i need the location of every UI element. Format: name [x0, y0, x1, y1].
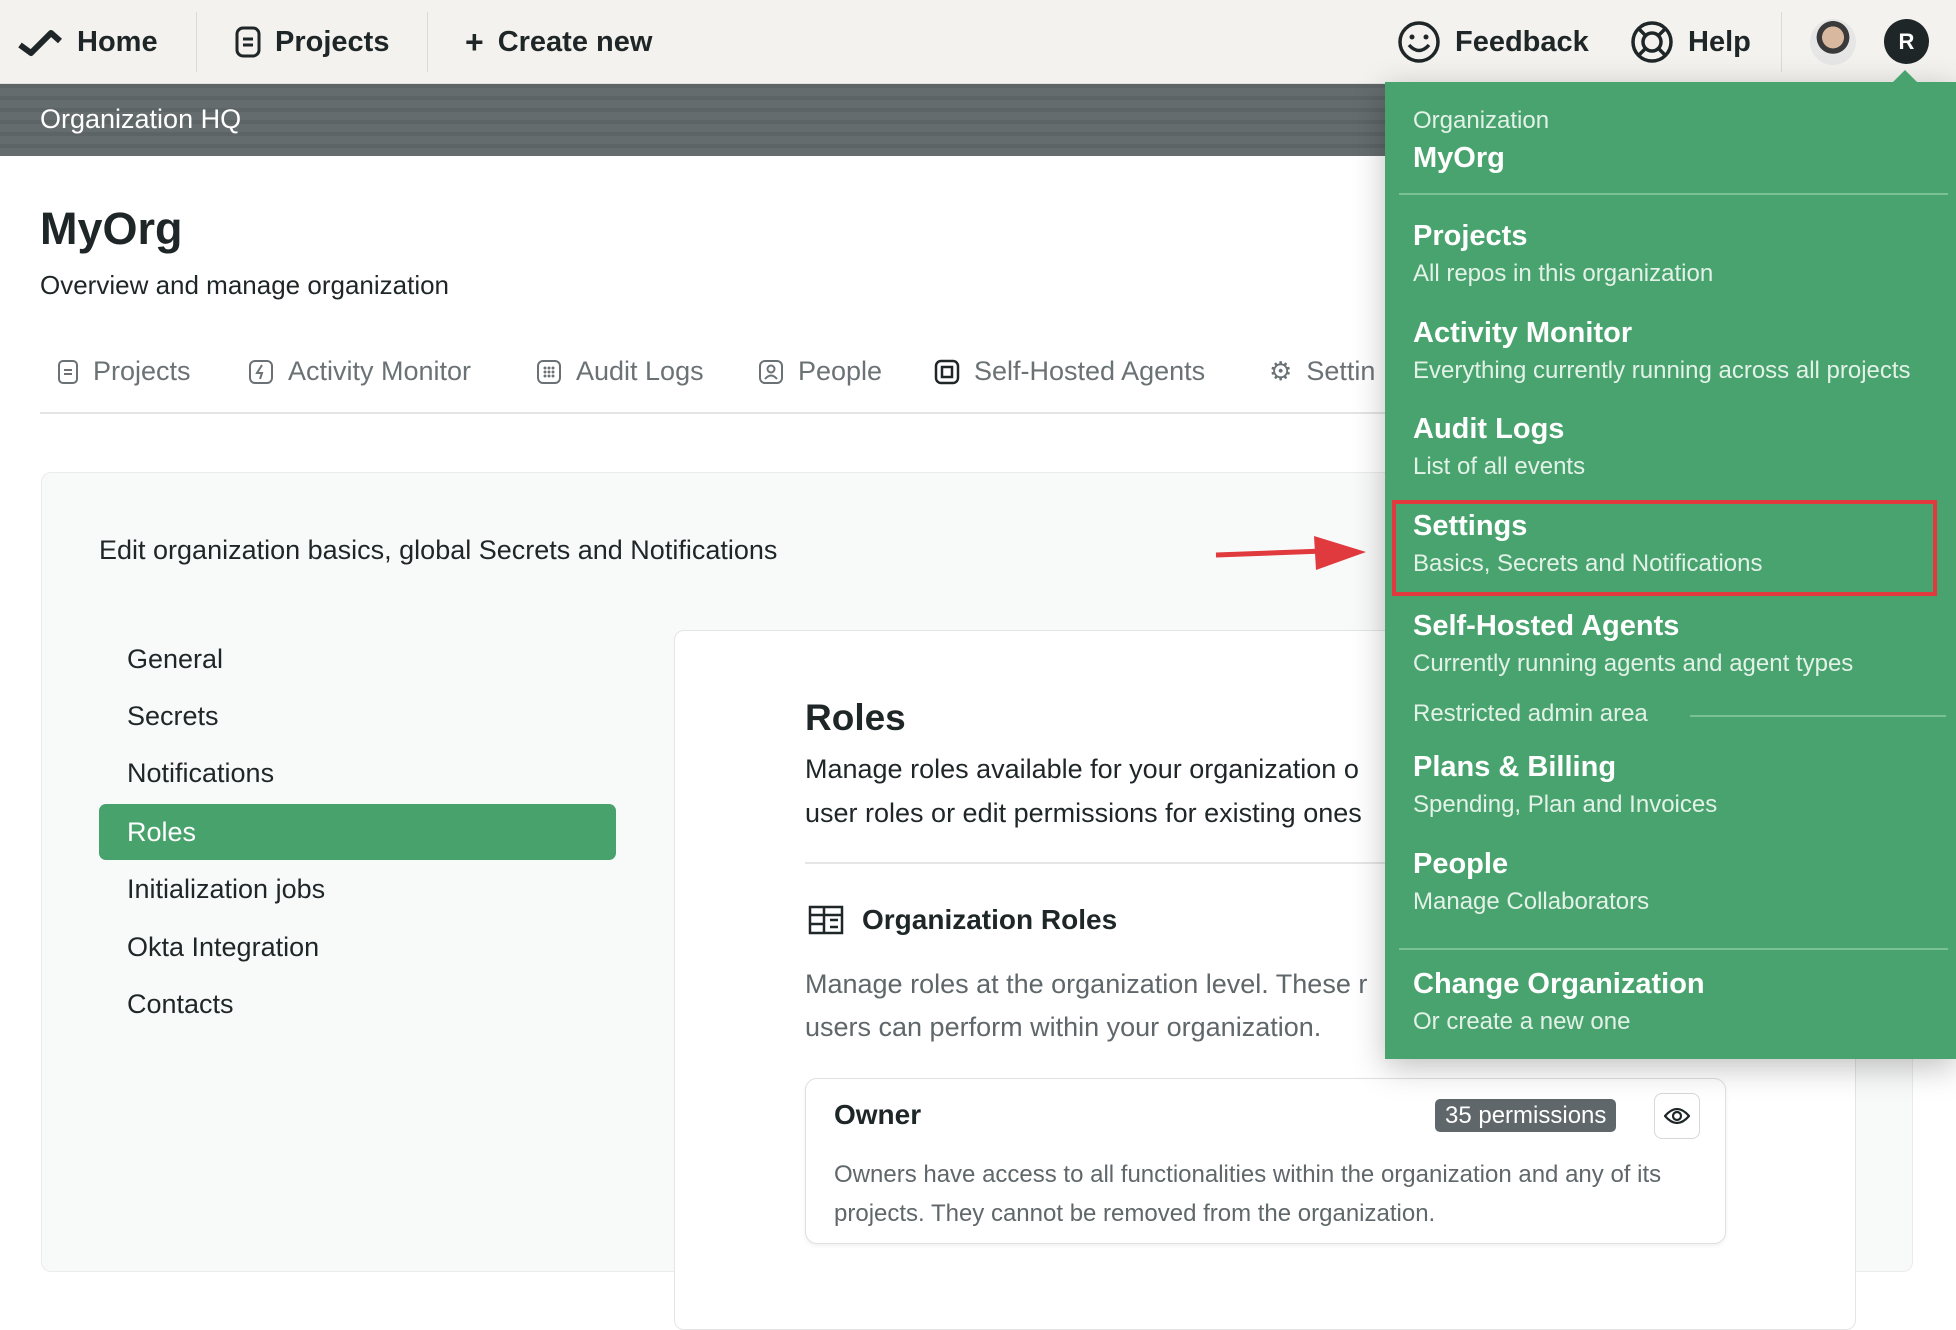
gear-icon: ⚙: [1269, 356, 1293, 386]
menu-item-title: Self-Hosted Agents: [1413, 610, 1680, 642]
sidebar-item-general[interactable]: General: [99, 631, 616, 687]
permissions-badge: 35 permissions: [1435, 1099, 1617, 1132]
home-link[interactable]: Home: [17, 20, 158, 64]
tab-label: Self-Hosted Agents: [974, 356, 1206, 386]
table-icon: [808, 905, 844, 935]
grid-icon: [537, 359, 561, 384]
projects-link[interactable]: Projects: [235, 20, 389, 64]
logo-icon: [18, 30, 62, 56]
menu-item-subtitle: Currently running agents and agent types: [1413, 650, 1854, 677]
sidebar-item-contacts[interactable]: Contacts: [99, 976, 616, 1032]
menu-item-audit-logs[interactable]: Audit Logs List of all events: [1385, 410, 1956, 490]
tab-label: Audit Logs: [576, 356, 704, 386]
org-name: MyOrg: [1413, 142, 1505, 174]
org-menu-dropdown: Organization MyOrg Projects All repos in …: [1385, 70, 1956, 1059]
sidebar-item-initialization-jobs[interactable]: Initialization jobs: [99, 861, 616, 917]
org-roles-title: Organization Roles: [862, 904, 1118, 935]
menu-item-settings[interactable]: Settings Basics, Secrets and Notification…: [1392, 500, 1937, 596]
role-card-owner: Owner 35 permissions Owners have access …: [805, 1078, 1726, 1244]
tab-label: Projects: [93, 356, 191, 386]
menu-item-subtitle: All repos in this organization: [1413, 260, 1714, 287]
document-icon: [58, 359, 78, 384]
top-navigation: Home Projects + Create new Feedback Help…: [0, 0, 1956, 84]
sidebar-item-notifications[interactable]: Notifications: [99, 745, 616, 801]
menu-item-subtitle: Everything currently running across all …: [1413, 357, 1911, 384]
tab-label: Settin: [1306, 356, 1376, 386]
help-label: Help: [1688, 25, 1751, 58]
menu-item-title: Projects: [1413, 220, 1528, 252]
org-label: Organization: [1413, 107, 1550, 134]
roles-description-line-1: Manage roles available for your organiza…: [805, 754, 1359, 784]
menu-item-activity-monitor[interactable]: Activity Monitor Everything currently run…: [1385, 314, 1956, 394]
divider: [1781, 12, 1782, 72]
feedback-button[interactable]: Feedback: [1397, 20, 1589, 64]
help-button[interactable]: Help: [1630, 20, 1751, 64]
divider: [805, 862, 1405, 864]
menu-item-title: Settings: [1413, 510, 1528, 542]
restricted-area-label: Restricted admin area: [1413, 700, 1648, 727]
dropdown-caret: [1892, 70, 1918, 83]
tab-label: Activity Monitor: [288, 356, 472, 386]
create-new-button[interactable]: + Create new: [465, 20, 652, 64]
user-avatar-photo[interactable]: [1810, 19, 1856, 65]
create-new-label: Create new: [497, 25, 653, 58]
arrow-annotation-icon: [1215, 536, 1366, 570]
menu-item-projects[interactable]: Projects All repos in this organization: [1385, 217, 1956, 297]
smiley-icon: [1398, 21, 1440, 63]
org-roles-description-line-1: Manage roles at the organization level. …: [805, 969, 1368, 999]
divider: [1399, 193, 1948, 195]
menu-item-plans-billing[interactable]: Plans & Billing Spending, Plan and Invoic…: [1385, 748, 1956, 828]
sidebar-item-okta-integration[interactable]: Okta Integration: [99, 919, 616, 975]
roles-description-line-2: user roles or edit permissions for exist…: [805, 798, 1362, 828]
menu-item-title: Change Organization: [1413, 968, 1705, 1000]
home-label: Home: [77, 25, 158, 58]
org-roles-description-line-2: users can perform within your organizati…: [805, 1012, 1322, 1042]
org-avatar-button[interactable]: R: [1884, 19, 1929, 64]
person-icon: [759, 359, 783, 384]
document-icon: [235, 26, 261, 58]
divider: [1690, 715, 1946, 717]
role-description-line-2: projects. They cannot be removed from th…: [834, 1200, 1436, 1227]
tab-settings[interactable]: ⚙ Settin: [1269, 356, 1375, 387]
tab-people[interactable]: People: [758, 356, 882, 387]
sidebar-item-roles[interactable]: Roles: [99, 804, 616, 860]
menu-item-subtitle: Spending, Plan and Invoices: [1413, 791, 1718, 818]
menu-item-subtitle: Or create a new one: [1413, 1008, 1631, 1035]
divider: [196, 12, 197, 72]
settings-description: Edit organization basics, global Secrets…: [99, 535, 778, 565]
tab-activity-monitor[interactable]: Activity Monitor: [248, 356, 471, 387]
role-name: Owner: [834, 1099, 922, 1130]
sidebar-item-secrets[interactable]: Secrets: [99, 688, 616, 744]
roles-title: Roles: [805, 697, 906, 738]
view-role-button[interactable]: [1654, 1093, 1700, 1139]
tab-self-hosted-agents[interactable]: Self-Hosted Agents: [934, 356, 1205, 387]
menu-item-subtitle: Manage Collaborators: [1413, 888, 1650, 915]
menu-item-title: People: [1413, 848, 1509, 880]
menu-item-title: Plans & Billing: [1413, 751, 1617, 783]
menu-item-title: Activity Monitor: [1413, 317, 1633, 349]
role-description-line-1: Owners have access to all functionalitie…: [834, 1161, 1662, 1188]
tab-label: People: [798, 356, 883, 386]
page-title: MyOrg: [40, 203, 183, 254]
lifebuoy-icon: [1631, 21, 1673, 63]
menu-item-people[interactable]: People Manage Collaborators: [1385, 845, 1956, 925]
tab-projects[interactable]: Projects: [57, 356, 191, 387]
eye-icon: [1664, 1107, 1690, 1125]
divider: [427, 12, 428, 72]
plus-icon: +: [465, 23, 484, 60]
menu-item-change-organization[interactable]: Change Organization Or create a new one: [1385, 965, 1956, 1045]
divider: [1399, 948, 1948, 950]
chip-icon: [934, 359, 960, 384]
bolt-icon: [249, 359, 273, 384]
tab-audit-logs[interactable]: Audit Logs: [536, 356, 704, 387]
menu-item-title: Audit Logs: [1413, 413, 1565, 445]
menu-item-self-hosted-agents[interactable]: Self-Hosted Agents Currently running agen…: [1385, 607, 1956, 687]
projects-label: Projects: [275, 25, 390, 58]
banner-title: Organization HQ: [40, 104, 242, 134]
feedback-label: Feedback: [1455, 25, 1589, 58]
role-description: Owners have access to all functionalitie…: [834, 1155, 1661, 1233]
page-subtitle: Overview and manage organization: [40, 270, 450, 300]
menu-item-subtitle: List of all events: [1413, 453, 1586, 480]
menu-item-subtitle: Basics, Secrets and Notifications: [1413, 550, 1763, 577]
